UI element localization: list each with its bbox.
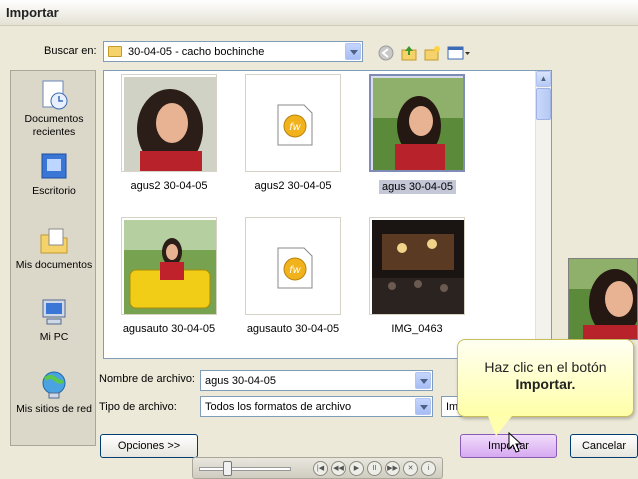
back-icon[interactable] xyxy=(376,43,396,63)
desktop-icon xyxy=(37,151,71,183)
flash-file-icon: fw xyxy=(248,220,338,312)
thumbnail xyxy=(369,74,465,172)
filetype-label: Tipo de archivo: xyxy=(99,401,177,413)
fast-forward-icon[interactable]: ▶▶ xyxy=(385,461,400,476)
thumbnail xyxy=(369,217,465,315)
network-places-icon xyxy=(37,369,71,401)
vertical-scrollbar[interactable]: ▲ xyxy=(535,71,551,358)
place-label: Documentos recientes xyxy=(24,113,84,138)
info-icon[interactable]: i xyxy=(421,461,436,476)
place-my-documents[interactable]: Mis documentos xyxy=(11,225,97,272)
flash-file-icon: fw xyxy=(248,77,338,169)
chevron-down-icon[interactable] xyxy=(415,372,431,389)
import-dialog: Importar Buscar en: 30-04-05 - cacho boc… xyxy=(0,0,638,479)
place-label: Mi PC xyxy=(39,331,69,343)
filename-label: Nombre de archivo: xyxy=(99,373,195,385)
folder-icon xyxy=(108,46,122,57)
file-name: agusauto 30-04-05 xyxy=(122,323,216,335)
filename-value: agus 30-04-05 xyxy=(205,375,276,387)
filetype-value: Todos los formatos de archivo xyxy=(205,401,352,413)
title-bar: Importar xyxy=(0,0,638,26)
thumbnail xyxy=(121,74,217,172)
file-name: agus2 30-04-05 xyxy=(254,180,332,192)
thumbnail xyxy=(121,217,217,315)
place-desktop[interactable]: Escritorio xyxy=(11,151,97,198)
skip-start-icon[interactable]: |◀ xyxy=(313,461,328,476)
photo-thumbnail-image xyxy=(124,220,216,314)
my-documents-icon xyxy=(37,225,71,257)
up-folder-icon[interactable] xyxy=(399,43,419,63)
file-name: agusauto 30-04-05 xyxy=(246,323,340,335)
photo-thumbnail-image xyxy=(372,220,464,314)
chevron-down-icon[interactable] xyxy=(345,43,361,60)
chevron-down-icon[interactable] xyxy=(415,398,431,415)
media-player-bar: |◀ ◀◀ ▶ II ▶▶ ✕ i xyxy=(192,457,443,479)
recent-documents-icon xyxy=(37,79,71,111)
new-folder-icon[interactable] xyxy=(422,43,442,63)
photo-thumbnail-image xyxy=(124,77,216,171)
thumbnail: fw xyxy=(245,217,341,315)
file-name: agus2 30-04-05 xyxy=(130,180,208,192)
places-bar: Documentos recientes Escritorio Mis docu… xyxy=(10,70,96,446)
my-computer-icon xyxy=(37,297,71,329)
view-menu-icon[interactable] xyxy=(447,43,471,63)
pause-icon[interactable]: II xyxy=(367,461,382,476)
lookin-combo[interactable]: 30-04-05 - cacho bochinche xyxy=(103,41,363,62)
place-label: Mis sitios de red xyxy=(16,403,92,415)
mouse-cursor-icon xyxy=(508,431,523,454)
file-name: IMG_0463 xyxy=(391,323,443,335)
place-label: Mis documentos xyxy=(15,259,93,271)
lookin-label: Buscar en: xyxy=(44,45,97,57)
file-name: agus 30-04-05 xyxy=(379,180,456,194)
callout-line1: Haz clic en el botón xyxy=(484,359,607,375)
svg-text:fw: fw xyxy=(289,122,302,133)
photo-thumbnail-image xyxy=(373,78,463,170)
options-button[interactable]: Opciones >> xyxy=(100,434,198,458)
cancel-button[interactable]: Cancelar xyxy=(570,434,638,458)
instruction-callout: Haz clic en el botón Importar. xyxy=(457,339,634,417)
place-my-computer[interactable]: Mi PC xyxy=(11,297,97,344)
seek-handle[interactable] xyxy=(223,461,232,476)
filename-input[interactable]: agus 30-04-05 xyxy=(200,370,433,391)
window-title: Importar xyxy=(6,5,59,20)
filetype-select[interactable]: Todos los formatos de archivo xyxy=(200,396,433,417)
thumbnail: fw xyxy=(245,74,341,172)
svg-text:fw: fw xyxy=(289,265,302,276)
scroll-up-icon[interactable]: ▲ xyxy=(536,71,551,87)
callout-line2: Importar. xyxy=(515,376,576,392)
preview-image xyxy=(568,258,638,340)
file-list[interactable]: agus2 30-04-05 fw agus2 30-04-05 agus 30… xyxy=(103,70,552,359)
close-icon[interactable]: ✕ xyxy=(403,461,418,476)
lookin-value: 30-04-05 - cacho bochinche xyxy=(128,46,265,58)
scroll-thumb[interactable] xyxy=(536,88,551,120)
place-network[interactable]: Mis sitios de red xyxy=(11,369,97,416)
play-icon[interactable]: ▶ xyxy=(349,461,364,476)
rewind-icon[interactable]: ◀◀ xyxy=(331,461,346,476)
place-recent-documents[interactable]: Documentos recientes xyxy=(11,79,97,139)
place-label: Escritorio xyxy=(32,185,76,197)
seek-track[interactable] xyxy=(199,467,291,471)
